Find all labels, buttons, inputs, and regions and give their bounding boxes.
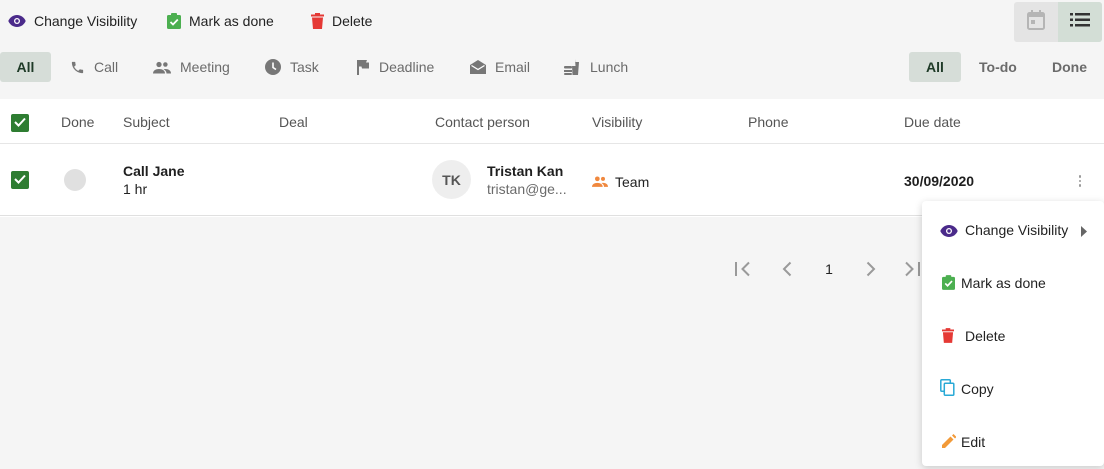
activity-subject[interactable]: Call Jane [123, 163, 184, 179]
contact-email: tristan@ge... [487, 181, 567, 197]
filter-bar: All Call Meeting Task Deadline Email Lun… [0, 52, 1104, 82]
filter-label: To-do [979, 59, 1017, 75]
row-more-icon[interactable] [1072, 172, 1088, 190]
eye-icon [8, 15, 26, 27]
current-page[interactable]: 1 [820, 257, 838, 281]
calendar-view-button[interactable] [1014, 2, 1058, 42]
previous-page-icon[interactable] [779, 257, 795, 281]
menu-item-label: Edit [961, 434, 986, 450]
filter-label: Email [495, 59, 531, 75]
menu-item-label: Copy [961, 381, 994, 397]
filter-type-task[interactable]: Task [265, 52, 319, 82]
filter-label: All [16, 59, 35, 75]
filter-label: Lunch [590, 59, 629, 75]
mark-as-done-button[interactable]: Mark as done [167, 11, 274, 31]
filter-type-all[interactable]: All [0, 52, 51, 82]
menu-item-label: Change Visibility [965, 222, 1069, 238]
filter-type-email[interactable]: Email [470, 52, 530, 82]
view-toggle [1014, 2, 1102, 42]
filter-label: All [926, 59, 944, 75]
delete-label: Delete [332, 13, 373, 29]
clipboard-check-icon [942, 275, 955, 293]
last-page-icon[interactable] [903, 257, 921, 281]
check-icon [14, 171, 26, 189]
eye-icon [940, 224, 958, 240]
avatar-initials: TK [442, 171, 461, 188]
activity-duration: 1 hr [123, 181, 148, 197]
people-icon [153, 61, 171, 74]
column-header-contact-person[interactable]: Contact person [435, 114, 530, 130]
column-header-deal[interactable]: Deal [279, 114, 308, 130]
trash-icon [942, 328, 954, 346]
menu-item-change-visibility[interactable]: Change Visibility [922, 203, 1104, 256]
envelope-icon [470, 60, 486, 74]
filter-type-lunch[interactable]: Lunch [564, 52, 628, 82]
change-visibility-button[interactable]: Change Visibility [8, 11, 137, 31]
filter-label: Meeting [180, 59, 230, 75]
menu-item-mark-as-done[interactable]: Mark as done [922, 256, 1104, 309]
filter-status-todo[interactable]: To-do [979, 52, 1017, 82]
filter-label: Deadline [379, 59, 435, 75]
clipboard-check-icon [167, 13, 181, 29]
list-view-button[interactable] [1058, 2, 1102, 42]
caret-right-icon [1081, 224, 1087, 240]
filter-type-meeting[interactable]: Meeting [153, 52, 230, 82]
menu-item-delete[interactable]: Delete [922, 309, 1104, 362]
column-header-phone[interactable]: Phone [748, 114, 788, 130]
filter-label: Call [94, 59, 119, 75]
menu-item-label: Mark as done [961, 275, 1046, 291]
next-page-icon[interactable] [863, 257, 879, 281]
filter-label: Task [290, 59, 319, 75]
avatar: TK [432, 160, 471, 199]
change-visibility-label: Change Visibility [34, 13, 138, 29]
clock-icon [265, 59, 281, 75]
filter-label: Done [1052, 59, 1087, 75]
phone-icon [70, 60, 85, 75]
visibility-label: Team [615, 174, 650, 190]
filter-status-done[interactable]: Done [1052, 52, 1087, 82]
filter-type-deadline[interactable]: Deadline [357, 52, 434, 82]
mark-as-done-label: Mark as done [189, 13, 274, 29]
check-icon [14, 114, 26, 132]
delete-button[interactable]: Delete [311, 11, 372, 31]
activities-table: Done Subject Deal Contact person Visibil… [0, 99, 1104, 217]
list-icon [1070, 12, 1090, 32]
table-header: Done Subject Deal Contact person Visibil… [0, 99, 1104, 144]
bulk-actions-bar: Change Visibility Mark as done Delete [0, 0, 1104, 42]
team-icon [592, 174, 608, 190]
filter-type-call[interactable]: Call [70, 52, 118, 82]
column-header-visibility[interactable]: Visibility [592, 114, 642, 130]
row-checkbox[interactable] [11, 171, 29, 189]
column-header-subject[interactable]: Subject [123, 114, 170, 130]
mark-done-toggle[interactable] [64, 169, 86, 191]
flag-icon [357, 59, 370, 75]
column-header-due-date[interactable]: Due date [904, 114, 961, 130]
calendar-icon [1027, 9, 1045, 35]
select-all-checkbox[interactable] [11, 114, 29, 132]
copy-icon [940, 379, 955, 399]
menu-item-copy[interactable]: Copy [922, 362, 1104, 415]
contact-name[interactable]: Tristan Kan [487, 163, 563, 179]
first-page-icon[interactable] [733, 257, 753, 281]
menu-item-edit[interactable]: Edit [922, 415, 1104, 468]
pencil-icon [942, 434, 957, 451]
row-context-menu: Change Visibility Mark as done Delete Co… [922, 201, 1104, 466]
trash-icon [311, 13, 324, 29]
due-date: 30/09/2020 [904, 173, 975, 189]
column-header-done[interactable]: Done [61, 114, 94, 130]
visibility-cell: Team [592, 174, 649, 190]
menu-item-label: Delete [965, 328, 1006, 344]
food-icon [564, 59, 581, 75]
filter-status-all[interactable]: All [909, 52, 961, 82]
